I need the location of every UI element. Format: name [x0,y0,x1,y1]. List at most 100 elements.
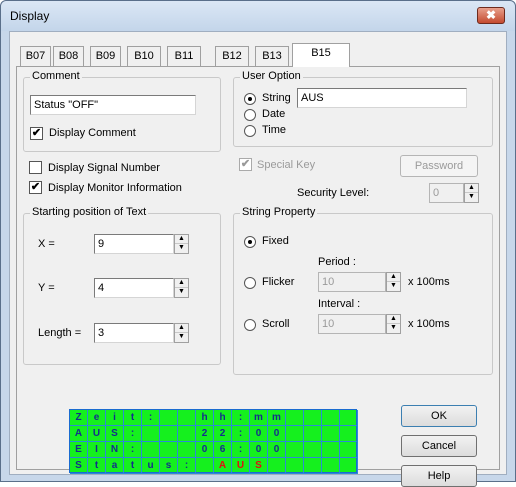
lcd-cell: t [88,458,106,474]
lcd-cell: I [88,442,106,458]
lcd-cell: h [196,410,214,426]
help-button[interactable]: Help [401,465,477,487]
fixed-radio-label: Fixed [262,235,289,247]
y-spinner[interactable]: ▲ ▼ [174,278,189,298]
lcd-cell: A [70,426,88,442]
user-option-group-label: User Option [240,70,303,82]
ok-button[interactable]: OK [401,405,477,427]
lcd-cell [160,426,178,442]
lcd-cell: U [88,426,106,442]
string-radio-label: String [262,92,291,104]
security-level-spinner[interactable]: ▲ ▼ [464,183,479,203]
tab-panel-b15: Comment Status "OFF" ✔ Display Comment U… [16,66,500,487]
start-position-group: Starting position of Text X = 9 ▲ ▼ Y = 4… [23,206,221,365]
lcd-cell: m [268,410,286,426]
display-monitor-info-checkbox[interactable]: ✔ [29,181,42,194]
lcd-cell: 0 [250,442,268,458]
lcd-cell: : [178,458,196,474]
cancel-button[interactable]: Cancel [401,435,477,457]
interval-input[interactable]: 10 [318,314,386,334]
time-radio-label: Time [262,124,287,136]
fixed-radio[interactable] [244,236,256,248]
dialog-client: B07 B08 B09 B10 B11 B12 B13 B15 Comment … [9,31,507,487]
string-radio[interactable] [244,93,256,105]
period-input[interactable]: 10 [318,272,386,292]
lcd-cell: 2 [214,426,232,442]
lcd-cell: : [124,442,142,458]
tab-b10[interactable]: B10 [127,46,161,66]
lcd-cell: N [106,442,124,458]
lcd-cell [322,442,340,458]
lcd-cell: U [232,458,250,474]
length-input[interactable]: 3 [94,323,174,343]
string-property-group: String Property Fixed Period : Flicker 1… [233,206,493,375]
date-radio[interactable] [244,109,256,121]
interval-label: Interval : [318,298,361,310]
x-label: X = [38,238,55,250]
display-signal-number-label: Display Signal Number [48,162,160,174]
scroll-radio[interactable] [244,319,256,331]
lcd-cell: t [124,458,142,474]
lcd-cell: : [124,426,142,442]
title-bar[interactable]: Display ✖ [1,1,515,31]
lcd-cell: S [70,458,88,474]
lcd-cell [286,410,304,426]
scroll-radio-label: Scroll [262,318,290,330]
tab-b15[interactable]: B15 [292,43,350,67]
display-comment-label: Display Comment [49,127,136,139]
tab-b13[interactable]: B13 [255,46,289,66]
lcd-cell: : [142,410,160,426]
tab-b12[interactable]: B12 [215,46,249,66]
tab-b07[interactable]: B07 [20,46,51,66]
string-value-input[interactable]: AUS [297,88,467,108]
comment-group: Comment Status "OFF" ✔ Display Comment [23,70,221,152]
security-level-input[interactable]: 0 [429,183,464,203]
lcd-cell: : [232,410,250,426]
length-spinner[interactable]: ▲ ▼ [174,323,189,343]
close-button[interactable]: ✖ [477,7,505,24]
lcd-cell: S [250,458,268,474]
comment-input[interactable]: Status "OFF" [30,95,196,115]
period-spinner[interactable]: ▲ ▼ [386,272,401,292]
lcd-cell [142,442,160,458]
period-label: Period : [318,256,356,268]
display-comment-checkbox[interactable]: ✔ [30,127,43,140]
flicker-radio-label: Flicker [262,276,295,288]
lcd-cell: A [214,458,232,474]
tab-b09[interactable]: B09 [90,46,121,66]
tab-b08[interactable]: B08 [53,46,84,66]
special-key-checkbox[interactable]: ✔ [239,158,252,171]
lcd-cell: t [124,410,142,426]
lcd-cell: 0 [196,442,214,458]
lcd-cell [322,458,340,474]
interval-spinner[interactable]: ▲ ▼ [386,314,401,334]
start-position-group-label: Starting position of Text [30,206,149,218]
lcd-cell [304,458,322,474]
period-unit-label: x 100ms [408,276,450,288]
password-button[interactable]: Password [400,155,478,177]
flicker-radio[interactable] [244,277,256,289]
lcd-cell: s [160,458,178,474]
lcd-cell [340,442,358,458]
lcd-cell [304,410,322,426]
lcd-cell [286,426,304,442]
lcd-cell: a [106,458,124,474]
lcd-cell [160,442,178,458]
time-radio[interactable] [244,125,256,137]
lcd-cell [322,410,340,426]
comment-group-label: Comment [30,70,82,82]
lcd-cell: : [232,426,250,442]
tab-b11[interactable]: B11 [167,46,201,66]
lcd-preview: Zeit:hh:mmAUS:22:00EIN:06:00Status:AUS [69,409,358,474]
y-input[interactable]: 4 [94,278,174,298]
lcd-cell [322,426,340,442]
lcd-cell [340,458,358,474]
lcd-cell: Z [70,410,88,426]
display-signal-number-checkbox[interactable] [29,161,42,174]
lcd-cell: S [106,426,124,442]
lcd-cell: 0 [250,426,268,442]
x-spinner[interactable]: ▲ ▼ [174,234,189,254]
display-dialog: Display ✖ B07 B08 B09 B10 B11 B12 B13 B1… [0,0,516,487]
x-input[interactable]: 9 [94,234,174,254]
special-key-label: Special Key [257,159,316,171]
